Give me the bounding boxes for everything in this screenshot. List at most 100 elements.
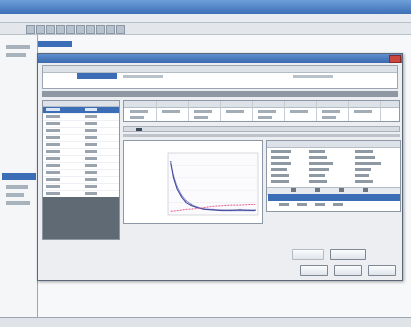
result-grid-header [267,141,400,148]
parameter-cell [162,110,180,113]
result-cell [309,162,333,165]
toolbar-button[interactable] [86,25,95,34]
result-cell [355,180,373,183]
header-table-header [43,66,397,73]
data-point [239,208,241,211]
toolbar-button[interactable] [106,25,115,34]
result-row-selected[interactable] [268,194,400,201]
toolbar-button[interactable] [76,25,85,34]
parameter-table[interactable] [123,100,400,122]
menu-bar[interactable] [0,14,411,23]
toolbar-button[interactable] [46,25,55,34]
result-cell [355,156,375,159]
parameter-cell [226,110,244,113]
header-table [42,65,398,89]
header-table-row-selected[interactable] [77,73,117,79]
header-cell [293,75,333,78]
tree-node[interactable] [6,201,30,205]
navigation-tree[interactable] [0,35,38,317]
help-button[interactable] [368,265,396,276]
list-item[interactable] [43,128,119,135]
sample-list[interactable] [42,100,120,240]
result-cell [271,162,291,165]
list-item[interactable] [43,184,119,191]
result-cell [333,203,343,206]
result-grid[interactable] [266,140,401,212]
result-cell [271,180,289,183]
parameter-cell [130,116,144,119]
parameter-cell [130,110,148,113]
toolbar-button[interactable] [66,25,75,34]
toolbar-button[interactable] [26,25,35,34]
decay-chart [123,140,263,224]
parameter-cell [354,110,372,113]
data-point [169,160,172,163]
update-button[interactable] [330,249,366,260]
arrow-icon[interactable] [363,188,368,192]
tree-node[interactable] [6,185,28,189]
mode-marker [136,128,142,131]
list-item[interactable] [43,142,119,149]
result-cell [309,156,327,159]
section-divider [123,134,400,137]
header-cell [123,75,163,78]
list-item[interactable] [43,121,119,128]
arrow-icon[interactable] [315,188,320,192]
toolbar [0,23,411,35]
toolbar-button[interactable] [96,25,105,34]
tree-node-selected[interactable] [2,173,36,180]
list-item[interactable] [43,156,119,163]
list-item[interactable] [43,177,119,184]
status-bar [0,317,411,327]
background-selection [38,41,72,47]
result-cell [271,168,287,171]
close-icon[interactable] [389,55,401,63]
result-cell [309,150,325,153]
list-item[interactable] [43,107,119,114]
list-item[interactable] [43,149,119,156]
toolbar-button[interactable] [116,25,125,34]
parameter-cell [322,110,340,113]
result-cell [271,174,289,177]
result-cell [297,203,307,206]
parameter-cell [322,116,336,119]
chart-canvas [167,152,259,216]
parameter-table-header [124,101,399,108]
result-cell [309,174,325,177]
result-cell [271,150,291,153]
list-item[interactable] [43,135,119,142]
tree-node[interactable] [6,45,30,49]
analysis-dialog [37,53,403,281]
result-cell [315,203,325,206]
tree-node[interactable] [6,53,26,57]
disabled-button[interactable] [292,249,324,260]
header-divider [42,91,398,97]
list-empty-area [43,197,119,239]
mode-strip [123,126,400,132]
parameter-cell [258,110,276,113]
result-cell [355,162,381,165]
parameter-cell [194,116,208,119]
ok-button[interactable] [300,265,328,276]
parameter-cell [258,116,272,119]
result-cell [309,180,327,183]
result-cell [279,203,289,206]
result-cell [355,168,371,171]
result-cell [355,150,373,153]
list-item[interactable] [43,163,119,170]
tree-node[interactable] [6,193,24,197]
dialog-title-bar [38,54,402,63]
result-cell [271,156,289,159]
toolbar-button[interactable] [36,25,45,34]
cancel-button[interactable] [334,265,362,276]
parameter-cell [194,110,212,113]
arrow-icon[interactable] [339,188,344,192]
parameter-cell [290,110,308,113]
app-title-bar [0,0,411,14]
toolbar-button[interactable] [56,25,65,34]
arrow-icon[interactable] [291,188,296,192]
list-item[interactable] [43,114,119,121]
list-item[interactable] [43,170,119,177]
plot-area [167,152,259,216]
result-cell [309,168,329,171]
